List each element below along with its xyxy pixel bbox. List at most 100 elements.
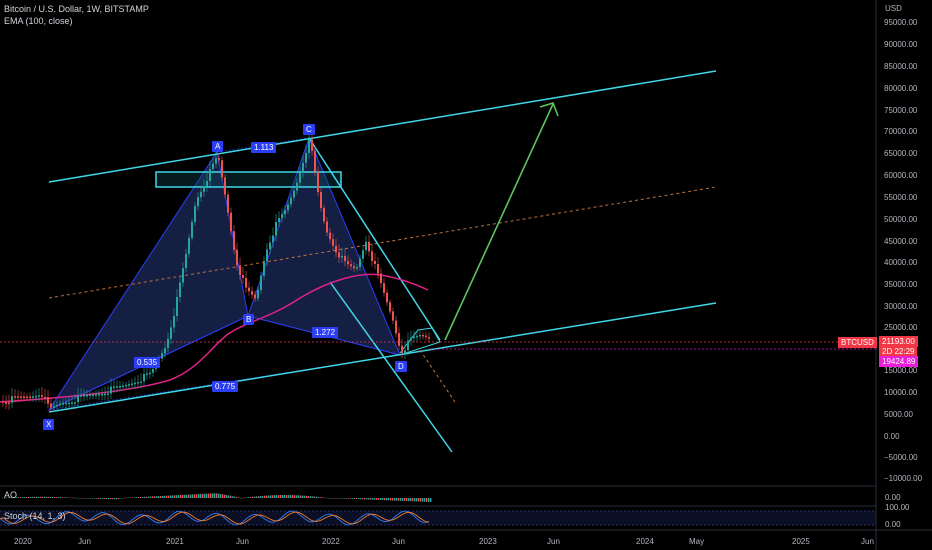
candle-body xyxy=(425,335,427,338)
ao-bar xyxy=(428,498,430,502)
ao-bar xyxy=(376,498,378,500)
point-b-label[interactable]: B xyxy=(243,314,255,325)
candle-body xyxy=(380,273,382,284)
candle-body xyxy=(161,353,163,359)
ao-bar xyxy=(140,497,142,498)
point-d-label[interactable]: D xyxy=(395,361,407,372)
stoch-pane-title[interactable]: Stoch (14, 1, 3) xyxy=(4,511,66,521)
projection-arrow-line xyxy=(444,103,554,341)
candle-body xyxy=(41,395,43,397)
ao-bar xyxy=(70,497,72,499)
main-chart-canvas[interactable] xyxy=(0,0,932,550)
ratio-abc-label[interactable]: 1.113 xyxy=(251,142,277,153)
ao-bar xyxy=(92,498,94,499)
ao-bar xyxy=(102,498,104,499)
ao-bar xyxy=(56,497,58,498)
candle-body xyxy=(269,242,271,250)
time-axis-label: Jun xyxy=(547,537,560,546)
currency-label: USD xyxy=(885,4,902,13)
ao-bar xyxy=(84,498,86,499)
ao-bar xyxy=(204,493,206,498)
ao-bar xyxy=(228,495,230,498)
candle-body xyxy=(299,172,301,183)
candle-body xyxy=(335,245,337,253)
ao-pane-title[interactable]: AO xyxy=(4,490,17,500)
symbol-tag: BTCUSD xyxy=(838,337,877,348)
ratio-bcd-label[interactable]: 1.272 xyxy=(312,327,339,338)
ao-bar xyxy=(90,498,92,499)
candle-body xyxy=(197,197,199,207)
ao-bar xyxy=(408,498,410,502)
ao-bar xyxy=(358,498,360,500)
ao-bar xyxy=(350,498,352,499)
candle-body xyxy=(404,350,406,354)
ao-bar xyxy=(342,498,344,499)
ao-bar xyxy=(188,494,190,498)
candle-body xyxy=(416,335,418,338)
ao-bar xyxy=(320,497,322,498)
ao-bar xyxy=(400,498,402,501)
candle-body xyxy=(71,402,73,404)
ao-bar xyxy=(132,497,134,498)
ao-bar xyxy=(270,495,272,498)
ratio-xab-label[interactable]: 0.535 xyxy=(134,357,161,368)
ao-bar xyxy=(264,495,266,498)
candle-body xyxy=(308,139,310,153)
candle-body xyxy=(227,194,229,213)
candle-body xyxy=(191,222,193,238)
candle-body xyxy=(251,291,253,295)
candle-body xyxy=(146,373,148,375)
ratio-xad-label[interactable]: 0.775 xyxy=(212,381,239,392)
ao-bar xyxy=(196,494,198,498)
candle-body xyxy=(35,395,37,398)
candle-body xyxy=(311,139,313,151)
ao-bar xyxy=(420,498,422,502)
candle-body xyxy=(284,210,286,215)
candle-body xyxy=(110,386,112,394)
ao-bar xyxy=(96,498,98,499)
candle-body xyxy=(353,266,355,269)
price-axis-label: 70000.00 xyxy=(884,127,918,136)
candle-body xyxy=(20,396,22,398)
ao-bar xyxy=(296,495,298,498)
candle-body xyxy=(239,265,241,275)
ao-bar xyxy=(318,496,320,498)
candle-body xyxy=(263,261,265,276)
candle-body xyxy=(2,401,4,403)
candle-body xyxy=(149,372,151,375)
candle-body xyxy=(68,402,70,405)
candle-body xyxy=(137,382,139,384)
time-axis-label: 2020 xyxy=(14,537,32,546)
ao-bar xyxy=(60,497,62,498)
ao-bar xyxy=(240,498,242,499)
pattern-triangle-xab xyxy=(47,150,249,412)
candle-body xyxy=(50,403,52,408)
ao-bar xyxy=(404,498,406,501)
point-x-label[interactable]: X xyxy=(43,419,55,430)
candle-body xyxy=(92,394,94,396)
candle-body xyxy=(23,396,25,398)
time-axis-label: May xyxy=(689,537,705,546)
ao-bar xyxy=(76,497,78,499)
ao-bar xyxy=(364,498,366,500)
ao-bar xyxy=(258,496,260,498)
ao-bar xyxy=(42,496,44,498)
point-c-label[interactable]: C xyxy=(303,124,315,135)
candle-body xyxy=(389,302,391,312)
ao-bar xyxy=(146,496,148,498)
candle-body xyxy=(83,395,85,397)
candle-body xyxy=(350,264,352,267)
ao-bar xyxy=(332,498,334,499)
point-a-label[interactable]: A xyxy=(212,141,224,152)
candle-body xyxy=(428,337,430,339)
ao-bar xyxy=(352,498,354,499)
ao-bar xyxy=(262,495,264,498)
candle-body xyxy=(323,207,325,222)
price-axis-label: 0.00 xyxy=(884,432,900,441)
ao-bar xyxy=(212,493,214,498)
ao-bar xyxy=(300,495,302,498)
ao-bar xyxy=(52,496,54,498)
ao-bar xyxy=(126,497,128,499)
candle-body xyxy=(341,256,343,258)
ao-bar xyxy=(206,493,208,498)
